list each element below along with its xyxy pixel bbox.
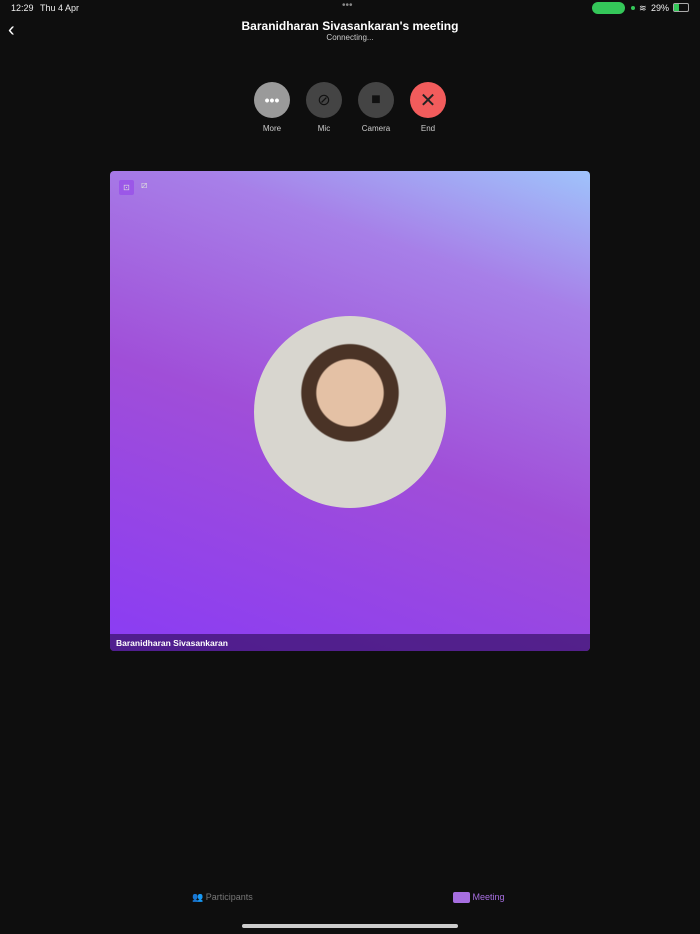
more-button[interactable]: ••• More — [254, 82, 290, 133]
battery-icon — [673, 3, 689, 12]
avatar — [254, 316, 446, 508]
more-icon: ••• — [254, 82, 290, 118]
tab-participants-label: Participants — [205, 892, 253, 902]
status-date: Thu 4 Apr — [40, 3, 80, 13]
status-time: 12:29 — [11, 3, 34, 13]
connection-status: Connecting... — [326, 33, 374, 42]
battery-percent: 29% — [651, 3, 670, 13]
mic-label: Mic — [317, 124, 331, 133]
mic-off-icon: ⊘ — [306, 82, 342, 118]
participant-name: Baranidharan Sivasankaran — [110, 634, 590, 651]
tab-participants[interactable]: 👥 Participants — [192, 892, 253, 903]
tab-meeting-label: Meeting — [472, 892, 505, 902]
camera-label: Camera — [361, 124, 391, 133]
camera-button[interactable]: ■ Camera — [358, 82, 394, 133]
camera-off-icon: ■ — [358, 82, 394, 118]
lock-icon: ⊡ — [119, 180, 134, 195]
mic-button[interactable]: ⊘ Mic — [306, 82, 342, 133]
video-camera-icon — [453, 892, 470, 904]
meeting-title: Baranidharan Sivasankaran's meeting — [241, 19, 459, 33]
close-icon: ✕ — [410, 82, 446, 118]
end-button[interactable]: ✕ End — [410, 82, 446, 133]
camera-in-use-indicator — [592, 2, 625, 14]
video-off-icon: ⧄ — [141, 180, 148, 191]
privacy-dot-icon — [631, 6, 635, 10]
more-label: More — [262, 124, 282, 133]
tab-meeting[interactable]: Meeting — [453, 892, 505, 904]
home-indicator[interactable] — [242, 924, 458, 928]
end-label: End — [420, 124, 436, 133]
participant-video-tile[interactable]: ⊡ ⧄ Baranidharan Sivasankaran — [110, 171, 590, 651]
participants-icon: 👥 — [192, 892, 204, 902]
wifi-icon: ≋ — [639, 3, 647, 13]
multitask-dots-icon[interactable]: ••• — [342, 0, 353, 11]
